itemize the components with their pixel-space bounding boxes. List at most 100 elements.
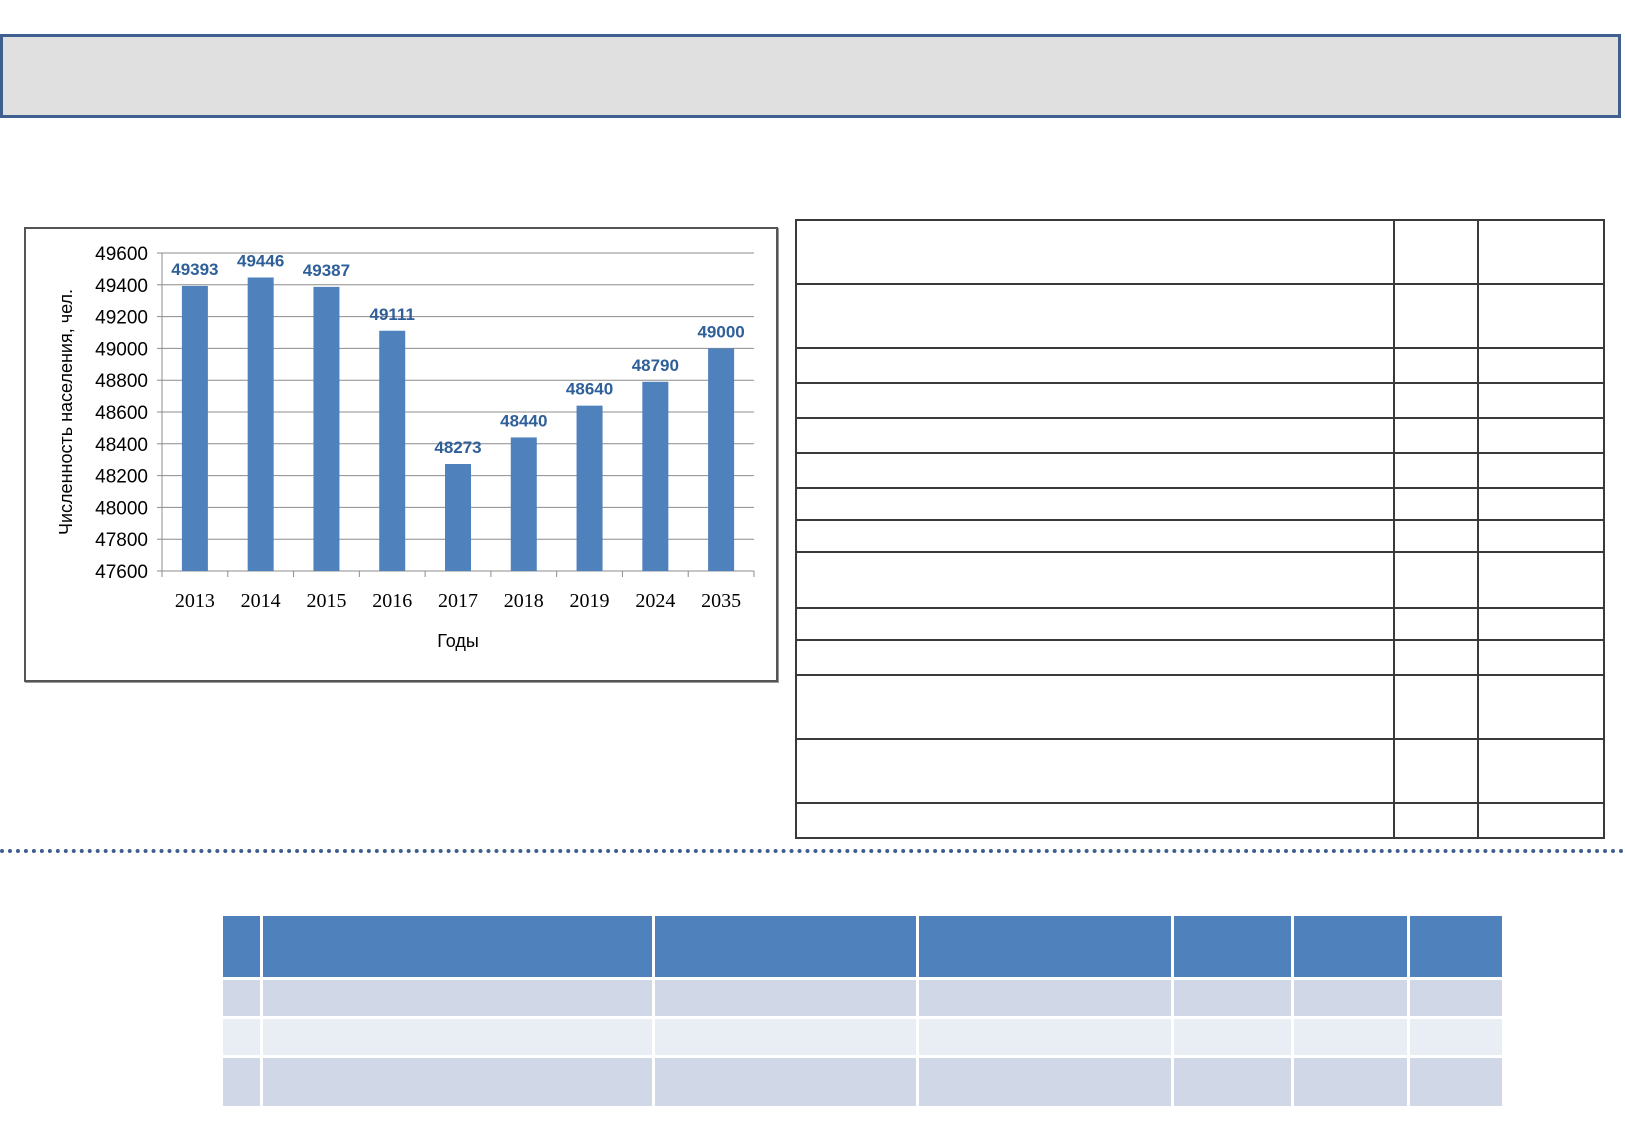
table-cell <box>1174 1058 1291 1106</box>
data-label: 49387 <box>303 261 350 280</box>
table-cell <box>919 916 1171 977</box>
table-cell <box>1477 607 1605 641</box>
table-row <box>795 452 1605 489</box>
table-row <box>795 283 1605 349</box>
bar <box>445 463 471 571</box>
table-cell <box>795 452 1395 489</box>
summary-row <box>223 1058 1502 1106</box>
table-row <box>795 487 1605 521</box>
table-cell <box>1294 1019 1407 1055</box>
table-header-row <box>795 219 1605 285</box>
table-cell <box>1393 519 1479 553</box>
x-tick-label: 2019 <box>570 590 610 612</box>
y-tick-label: 49600 <box>95 244 148 265</box>
table-cell <box>1294 980 1407 1016</box>
table-cell <box>1477 417 1605 454</box>
data-label: 48790 <box>632 356 679 375</box>
y-tick-label: 49400 <box>95 276 148 297</box>
summary-row <box>223 1019 1502 1055</box>
data-label: 49000 <box>697 322 744 341</box>
table-cell <box>919 1019 1171 1055</box>
table-cell <box>1294 1058 1407 1106</box>
table-row <box>795 802 1605 839</box>
dotted-separator <box>0 849 1625 853</box>
table-cell <box>1477 452 1605 489</box>
table-cell <box>263 1058 652 1106</box>
table-cell <box>795 607 1395 641</box>
summary-row <box>223 980 1502 1016</box>
table-row <box>795 674 1605 740</box>
data-label: 49111 <box>370 305 415 324</box>
bar <box>247 277 274 571</box>
x-tick-label: 2035 <box>701 590 741 612</box>
y-axis-title: Численность населения, чел. <box>56 289 76 535</box>
table-row <box>795 347 1605 384</box>
x-axis-title: Годы <box>437 631 479 651</box>
population-chart: 49600 49400 49200 49000 48800 48600 48400 48200… <box>24 227 778 682</box>
table-cell <box>1477 487 1605 521</box>
table-cell <box>1393 417 1479 454</box>
table-cell <box>655 1058 916 1106</box>
y-tick-label: 48400 <box>95 435 148 456</box>
table-cell <box>795 382 1395 419</box>
table-cell <box>1477 674 1605 740</box>
table-cell <box>1174 1019 1291 1055</box>
x-tick-label: 2013 <box>175 590 215 612</box>
table-cell <box>1393 487 1479 521</box>
table-cell <box>795 283 1395 349</box>
indicators-table <box>795 219 1605 839</box>
table-row <box>795 639 1605 676</box>
table-cell <box>919 980 1171 1016</box>
bar <box>313 286 340 571</box>
y-tick-label: 48200 <box>95 467 148 488</box>
x-tick-label: 2024 <box>635 590 675 612</box>
table-cell <box>1477 551 1605 609</box>
table-cell <box>1393 607 1479 641</box>
table-cell <box>1393 674 1479 740</box>
bar <box>510 437 537 571</box>
summary-header-row <box>223 916 1502 977</box>
table-cell <box>1393 347 1479 384</box>
table-cell <box>1477 738 1605 804</box>
table-cell <box>1410 1019 1502 1055</box>
x-tick-label: 2016 <box>372 590 412 612</box>
bar <box>576 405 603 571</box>
table-cell <box>795 738 1395 804</box>
table-cell <box>263 980 652 1016</box>
data-label: 48640 <box>566 380 613 399</box>
y-tick-label: 48800 <box>95 371 148 392</box>
y-tick-label: 47600 <box>95 562 148 583</box>
table-cell <box>795 487 1395 521</box>
table-cell <box>223 916 260 977</box>
table-cell <box>795 519 1395 553</box>
table-cell <box>263 1019 652 1055</box>
table-cell <box>795 802 1395 839</box>
table-cell <box>1477 382 1605 419</box>
bar <box>181 285 208 571</box>
table-cell <box>1477 519 1605 553</box>
table-cell <box>223 980 260 1016</box>
table-cell <box>1410 916 1502 977</box>
chart-svg: 49600 49400 49200 49000 48800 48600 48400 48200… <box>56 244 755 651</box>
table-cell <box>1393 738 1479 804</box>
table-cell <box>1393 283 1479 349</box>
y-tick-label: 49200 <box>95 308 148 329</box>
table-row <box>795 417 1605 454</box>
y-tick-label: 49000 <box>95 339 148 360</box>
x-tick-label: 2018 <box>504 590 544 612</box>
y-tick-label: 48000 <box>95 498 148 519</box>
title-banner <box>0 34 1621 118</box>
y-tick-label: 48600 <box>95 403 148 424</box>
table-cell <box>1477 283 1605 349</box>
table-cell <box>1477 802 1605 839</box>
summary-table <box>220 913 1505 1109</box>
table-cell <box>1393 382 1479 419</box>
table-cell <box>1174 916 1291 977</box>
table-row <box>795 551 1605 609</box>
table-row <box>795 607 1605 641</box>
y-tick-label: 47800 <box>95 530 148 551</box>
data-label: 49393 <box>171 260 218 279</box>
table-cell <box>795 551 1395 609</box>
data-label: 49446 <box>237 251 284 270</box>
data-label: 48273 <box>434 438 481 457</box>
